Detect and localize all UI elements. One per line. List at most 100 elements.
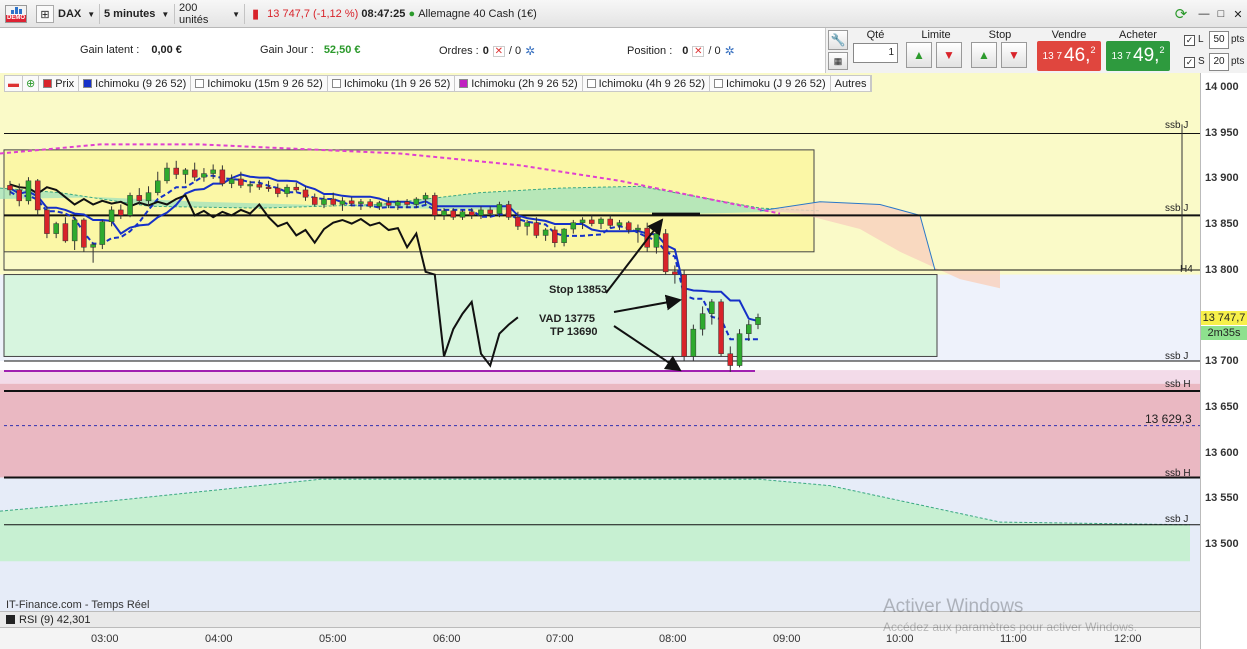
price-axis-label: 13 900	[1205, 172, 1239, 184]
gain-jour-label: Gain Jour :	[260, 44, 314, 56]
buy-button[interactable]: 13 7 49, 2	[1106, 41, 1170, 71]
candle-body	[311, 196, 318, 205]
timeframe-select[interactable]: 5 minutes ▼	[100, 4, 175, 24]
time-axis-label: 04:00	[205, 633, 233, 645]
candle-body	[505, 204, 512, 218]
candle-body	[570, 222, 577, 230]
level-label-ssb-h: ssb H	[1165, 379, 1191, 390]
data-source: IT-Finance.com - Temps Réel	[6, 599, 150, 611]
candle-body	[62, 223, 69, 242]
candle-body	[395, 201, 401, 206]
wrench-icon[interactable]: 🔧	[828, 30, 848, 50]
chevron-down-icon: ▼	[232, 9, 240, 19]
candle-body	[552, 229, 558, 243]
quote-time: 08:47:25	[361, 8, 406, 20]
legend-item-label: Ichimoku (9 26 52)	[95, 77, 187, 90]
limit-points-input[interactable]: 50	[1209, 31, 1229, 49]
units-select[interactable]: 200 unités ▼	[175, 2, 245, 26]
legend-item-label: Ichimoku (15m 9 26 52)	[207, 77, 323, 90]
maximize-icon[interactable]: □	[1212, 5, 1230, 23]
buy-price-prefix: 13 7	[1111, 50, 1132, 62]
legend-item-ichimoku[interactable]: Ichimoku (9 26 52)	[79, 76, 192, 91]
stop-points-input[interactable]: 20	[1209, 53, 1229, 71]
candle-body	[450, 210, 457, 218]
cancel-orders-icon[interactable]: ✕	[492, 45, 505, 57]
price-axis-label: 13 500	[1205, 538, 1239, 550]
candle-body	[99, 221, 106, 245]
legend-item-prix[interactable]: Prix	[39, 76, 80, 91]
quantity-input[interactable]: 1	[853, 43, 898, 63]
candle-body	[589, 219, 595, 224]
time-axis-label: 08:00	[659, 633, 687, 645]
orders-info[interactable]: Ordres : 0 ✕ / 0 ✲	[439, 44, 535, 58]
candle-body	[7, 185, 13, 191]
rsi-label: RSI (9) 42,301	[19, 613, 91, 626]
gear-icon[interactable]: ✲	[525, 44, 535, 58]
sell-button[interactable]: 13 7 46, 2	[1037, 41, 1101, 71]
time-axis-label: 12:00	[1114, 633, 1142, 645]
candle-body	[432, 195, 438, 216]
orders-label: Ordres :	[439, 45, 479, 57]
stop-checkbox[interactable]: ✓	[1184, 57, 1195, 68]
minimize-icon[interactable]: —	[1195, 5, 1213, 23]
limit-buy-button[interactable]: ▲	[906, 42, 932, 68]
legend-item-ichimoku-1h[interactable]: Ichimoku (1h 9 26 52)	[328, 76, 456, 91]
limit-checkbox[interactable]: ✓	[1184, 35, 1195, 46]
candle-body	[182, 169, 189, 175]
instrument-select[interactable]: DAX ▼	[54, 4, 100, 24]
time-axis-label: 10:00	[886, 633, 914, 645]
add-indicator-icon[interactable]: ⊕	[23, 76, 40, 91]
candle-body	[284, 186, 290, 194]
close-position-icon[interactable]: ✕	[692, 45, 705, 57]
legend-item-label: Ichimoku (1h 9 26 52)	[343, 77, 451, 90]
refresh-icon[interactable]: ⟳	[1172, 5, 1190, 23]
candle-body	[321, 198, 327, 205]
time-axis-label: 09:00	[773, 633, 801, 645]
candle-body	[515, 216, 521, 227]
grid-icon[interactable]: ▦	[828, 52, 848, 70]
candle-body	[108, 209, 115, 223]
price-axis-label: 13 950	[1205, 127, 1239, 139]
legend-item-ichimoku-2h[interactable]: Ichimoku (2h 9 26 52)	[455, 76, 583, 91]
close-icon[interactable]: ✕	[1229, 5, 1247, 23]
alert-icon: ▮	[252, 6, 260, 21]
annotation-vad: VAD 13775	[539, 313, 596, 325]
chart-area[interactable]	[0, 73, 1247, 649]
position-label: Position :	[627, 45, 673, 57]
stop-sell-button[interactable]: ▼	[1001, 42, 1027, 68]
price-change: (-1,12 %)	[313, 8, 359, 20]
candle-body	[44, 209, 50, 234]
candle-body	[293, 186, 300, 191]
qty-label: Qté	[866, 29, 885, 41]
level-label-ssb-j: ssb J	[1165, 351, 1189, 362]
remove-indicator-icon[interactable]: ▬	[5, 76, 23, 91]
instrument-label: DAX	[58, 8, 82, 20]
limit-sell-button[interactable]: ▼	[936, 42, 962, 68]
sell-price-main: 46,	[1064, 45, 1091, 66]
legend-item-ichimoku-4h[interactable]: Ichimoku (4h 9 26 52)	[583, 76, 711, 91]
price-axis-label: 13 800	[1205, 264, 1239, 276]
annotation-tp: TP 13690	[550, 326, 598, 338]
sell-price-prefix: 13 7	[1042, 50, 1063, 62]
quote-summary: ▮ 13 747,7 (-1,12 %) 08:47:25 ● Allemagn…	[248, 4, 548, 24]
watermark-subtitle: Accédez aux paramètres pour activer Wind…	[883, 620, 1138, 634]
candle-body	[330, 198, 336, 205]
buy-price-main: 49,	[1133, 45, 1160, 66]
legend-item-ichimoku-15m[interactable]: Ichimoku (15m 9 26 52)	[191, 76, 328, 91]
legend-item-autres[interactable]: Autres	[831, 76, 872, 91]
pin-icon[interactable]: ⊞	[36, 5, 54, 23]
candle-body	[468, 211, 475, 216]
pts-label: pts	[1231, 34, 1245, 45]
sell-price-decimal: 2	[1090, 45, 1096, 55]
position-info[interactable]: Position : 0 ✕ / 0 ✲	[627, 44, 735, 58]
gain-jour: Gain Jour : 52,50 €	[260, 44, 361, 56]
buy-label: Acheter	[1119, 29, 1157, 41]
pink-band	[0, 370, 1200, 384]
price-chart[interactable]	[0, 73, 1200, 627]
legend-item-ichimoku-j[interactable]: Ichimoku (J 9 26 52)	[710, 76, 831, 91]
candle-body	[459, 211, 466, 218]
candle-body	[210, 169, 216, 174]
stop-buy-button[interactable]: ▲	[971, 42, 997, 68]
candle-body	[81, 219, 87, 248]
gear-icon[interactable]: ✲	[725, 44, 735, 58]
